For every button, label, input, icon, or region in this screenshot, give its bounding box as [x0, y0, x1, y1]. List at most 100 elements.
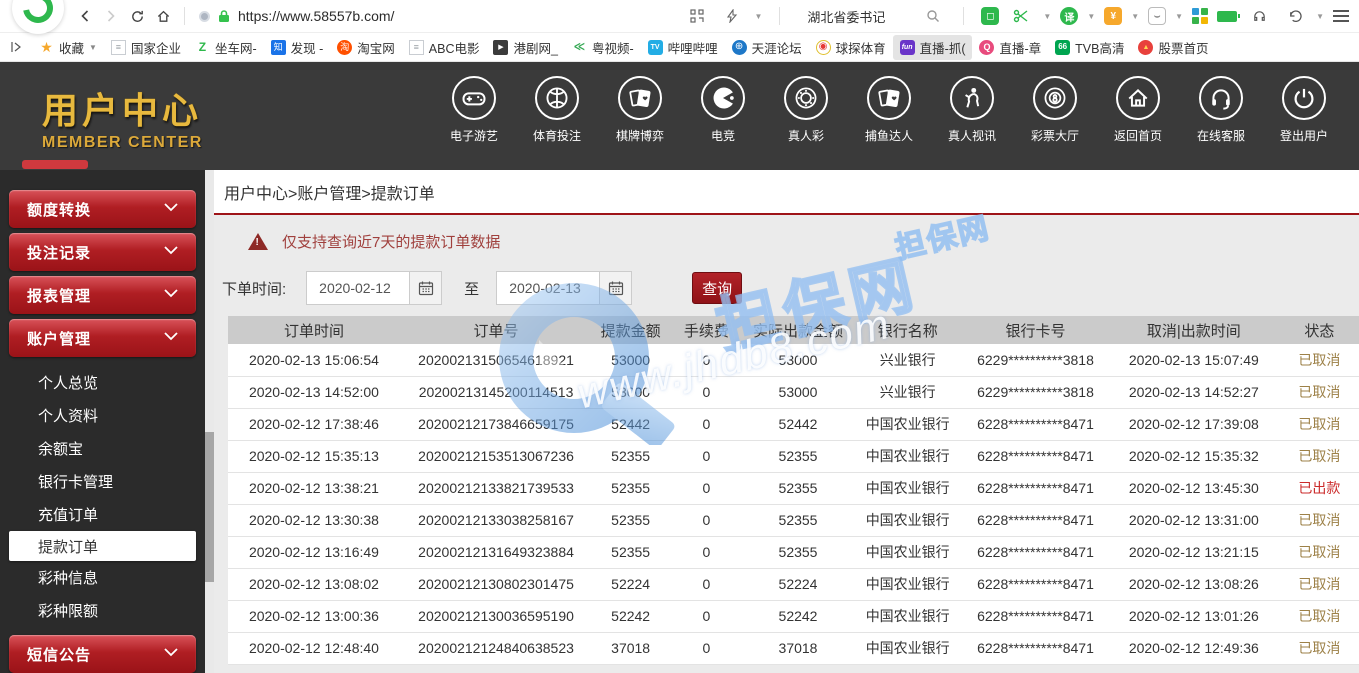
nav-item[interactable]: 棋牌博弈 — [614, 76, 666, 144]
sidebar-group-button[interactable]: 报表管理 — [9, 276, 196, 314]
search-icon[interactable] — [920, 3, 946, 29]
favicon-icon: ⊕ — [732, 40, 747, 55]
cell-amount: 52442 — [592, 408, 669, 440]
bookmark-item[interactable]: ▲ 股票首页 — [1131, 35, 1215, 60]
cell-done-time: 2020-02-12 17:39:08 — [1108, 408, 1280, 440]
cell-amount: 52355 — [592, 472, 669, 504]
chevron-down-icon[interactable]: ▼ — [1175, 12, 1183, 21]
nav-item[interactable]: 电竞 — [697, 76, 749, 144]
collapse-sidebar-icon[interactable] — [6, 37, 26, 57]
nav-item[interactable]: 真人彩 — [780, 76, 832, 144]
sidebar-group-button[interactable]: 投注记录 — [9, 233, 196, 271]
refresh-button[interactable] — [124, 3, 150, 29]
browser-logo[interactable] — [12, 0, 64, 34]
bookmark-item[interactable]: 66 TVB高清 — [1048, 35, 1131, 60]
translate-icon[interactable]: 译 — [1060, 7, 1078, 25]
bookmark-label: 哔哩哔哩 — [668, 38, 718, 57]
back-button[interactable] — [72, 3, 98, 29]
url-text[interactable]: https://www.58557b.com/ — [238, 8, 394, 24]
qr-grid-icon[interactable] — [684, 3, 710, 29]
chevron-down-icon[interactable]: ▼ — [1131, 12, 1139, 21]
sidebar-submenu-item[interactable]: 余额宝 — [0, 432, 205, 465]
bookmark-item[interactable]: 淘 淘宝网 — [330, 35, 402, 60]
table-row: 2020-02-12 15:35:13 20200212153513067236… — [228, 440, 1359, 472]
bookmark-item[interactable]: 知 发现 - — [264, 35, 331, 60]
query-button[interactable]: 查询 — [692, 272, 742, 304]
cell-actual: 52442 — [744, 408, 853, 440]
screenshot-scissors-icon[interactable] — [1008, 3, 1034, 29]
sidebar-group-button[interactable]: 额度转换 — [9, 190, 196, 228]
sidebar-submenu-item[interactable]: 个人资料 — [0, 399, 205, 432]
sidebar-submenu-item[interactable]: 提款订单 — [9, 531, 196, 561]
nav-icon — [1282, 76, 1326, 120]
sidebar-scrollbar[interactable] — [205, 170, 214, 673]
chevron-down-icon[interactable]: ▼ — [754, 12, 762, 21]
calendar-icon[interactable] — [410, 271, 442, 305]
favicon-icon: ≡ — [409, 40, 424, 55]
date-from-input[interactable] — [306, 271, 410, 305]
bookmark-item[interactable]: ≪ 粤视频- — [565, 35, 641, 60]
favicon-icon: ≡ — [111, 40, 126, 55]
forward-button[interactable] — [98, 3, 124, 29]
nav-item[interactable]: 捕鱼达人 — [863, 76, 915, 144]
battery-icon[interactable] — [1217, 11, 1237, 22]
nav-item[interactable]: 体育投注 — [531, 76, 583, 144]
sidebar-submenu-item[interactable]: 个人总览 — [0, 366, 205, 399]
bookmark-item[interactable]: ◉ 球探体育 — [809, 35, 893, 60]
sidebar-submenu-item[interactable]: 银行卡管理 — [0, 465, 205, 498]
sidebar-submenu-item[interactable]: 充值订单 — [0, 498, 205, 531]
bookmark-item[interactable]: Z 坐车网- — [188, 35, 264, 60]
calendar-icon[interactable] — [600, 271, 632, 305]
headset-icon[interactable] — [1246, 3, 1272, 29]
menu-icon[interactable] — [1333, 10, 1349, 22]
nav-item[interactable]: 登出用户 — [1278, 76, 1330, 144]
bookmark-item[interactable]: fun 直播-抓( — [893, 35, 973, 60]
nav-item[interactable]: 彩票大厅 — [1029, 76, 1081, 144]
bookmark-item[interactable]: ⊕ 天涯论坛 — [725, 35, 809, 60]
undo-icon[interactable] — [1281, 3, 1307, 29]
sidebar-group-button-sms[interactable]: 短信公告 — [9, 635, 196, 673]
sidebar-submenu-item[interactable]: 彩种限额 — [0, 594, 205, 627]
cell-done-time: 2020-02-12 13:21:15 — [1108, 536, 1280, 568]
table-row: 2020-02-13 15:06:54 20200213150654618921… — [228, 344, 1359, 376]
sidebar-group-button[interactable]: 账户管理 — [9, 319, 196, 357]
chevron-down-icon[interactable]: ▼ — [1087, 12, 1095, 21]
nav-label: 电子游艺 — [450, 127, 498, 144]
app-icon[interactable]: ◻ — [981, 7, 999, 25]
bookmark-item[interactable]: ≡ 国家企业 — [104, 35, 188, 60]
nav-item[interactable]: 真人视讯 — [946, 76, 998, 144]
bookmark-item[interactable]: ▶ 港剧网_ — [486, 35, 564, 60]
bookmark-item[interactable]: TV 哔哩哔哩 — [641, 35, 725, 60]
reader-mode-icon[interactable] — [199, 11, 210, 22]
nav-item[interactable]: 返回首页 — [1112, 76, 1164, 144]
scrollbar-thumb[interactable] — [205, 432, 214, 582]
home-button[interactable] — [150, 3, 176, 29]
search-input[interactable]: 湖北省委书记 — [807, 7, 885, 26]
chevron-down-icon[interactable]: ▼ — [1043, 12, 1051, 21]
nav-item[interactable]: 在线客服 — [1195, 76, 1247, 144]
chevron-down-icon[interactable]: ▼ — [1316, 12, 1324, 21]
address-bar[interactable]: https://www.58557b.com/ — [193, 8, 684, 24]
logo-title: 用户中心 — [42, 82, 203, 134]
favicon-icon: fun — [900, 40, 915, 55]
date-to-input[interactable] — [496, 271, 600, 305]
favorites-button[interactable]: ★ 收藏 ▼ — [32, 35, 104, 60]
bookmark-item[interactable]: ≡ ABC电影 — [402, 35, 487, 60]
chevron-down-icon: ▼ — [89, 43, 97, 52]
extensions-grid-icon[interactable] — [1192, 8, 1208, 24]
nav-item[interactable]: 电子游艺 — [448, 76, 500, 144]
cell-fee: 0 — [669, 600, 744, 632]
sidebar-submenu-item[interactable]: 彩种信息 — [0, 561, 205, 594]
game-center-icon[interactable]: ⌣ — [1148, 7, 1166, 25]
bookmark-label: 粤视频- — [592, 38, 634, 57]
main-content: 用户中心>账户管理>提款订单 ! 仅支持查询近7天的提款订单数据 下单时间: 至… — [214, 170, 1359, 673]
bookmark-label: 球探体育 — [836, 38, 886, 57]
bookmark-label: 直播-抓( — [920, 38, 966, 57]
cell-actual: 52355 — [744, 536, 853, 568]
cell-done-time: 2020-02-12 13:08:26 — [1108, 568, 1280, 600]
quick-launch-icon[interactable] — [719, 3, 745, 29]
cell-order-time: 2020-02-12 17:38:46 — [228, 408, 400, 440]
wallet-shield-icon[interactable]: ¥ — [1104, 7, 1122, 25]
table-header-row: 订单时间 订单号 提款金额 手续费 实际出款金额 银行名称 银行卡号 取消|出款… — [228, 316, 1359, 344]
bookmark-item[interactable]: Q 直播-章 — [972, 35, 1048, 60]
